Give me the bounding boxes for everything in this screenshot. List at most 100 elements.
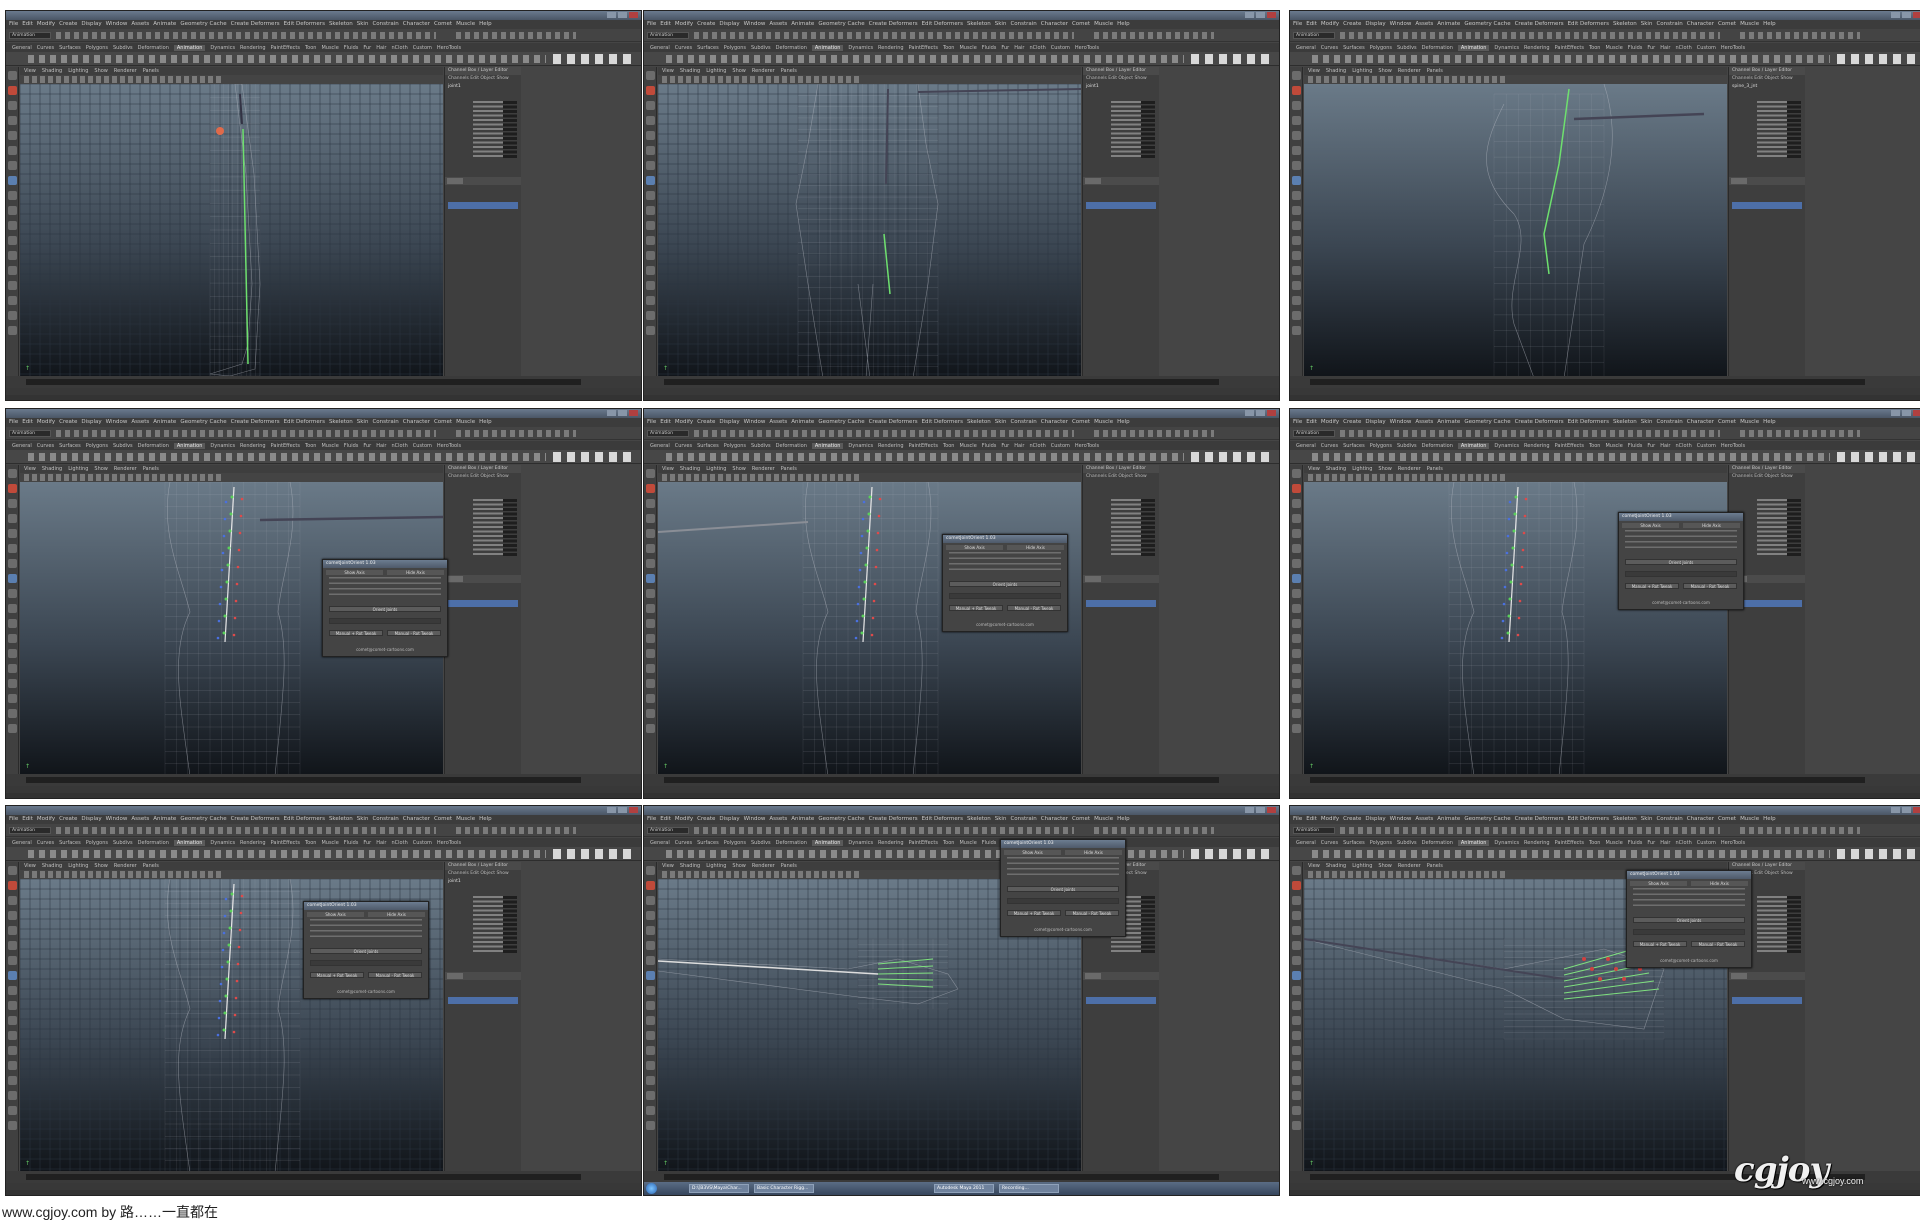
menu-item[interactable]: Constrain [1010, 815, 1036, 824]
tool-icon[interactable] [8, 71, 17, 80]
panel-menu-item[interactable]: Shading [1326, 863, 1346, 869]
menu-item[interactable]: Help [1763, 20, 1776, 29]
panel-menu-item[interactable]: Panels [1427, 68, 1443, 74]
shelf-tab[interactable]: General [1296, 443, 1316, 449]
menu-item[interactable]: Modify [675, 418, 693, 427]
close-icon[interactable] [1267, 807, 1276, 813]
shelf-tab[interactable]: Rendering [240, 840, 266, 846]
shelf-tab[interactable]: Animation [1457, 44, 1490, 51]
shelf-tab[interactable]: Rendering [878, 45, 904, 51]
tool-icon[interactable] [646, 161, 655, 170]
tool-icon[interactable] [8, 971, 17, 980]
panel-menu-item[interactable]: Show [732, 68, 746, 74]
tool-icon[interactable] [646, 634, 655, 643]
panel-toolbar-icons[interactable] [1308, 474, 1508, 481]
shelf-tab[interactable]: PaintEffects [1555, 443, 1584, 449]
panel-menu-item[interactable]: Shading [42, 68, 62, 74]
shelf-tab[interactable]: Hair [376, 443, 386, 449]
layer-editor-tabs[interactable] [1083, 575, 1159, 583]
tool-icon[interactable] [8, 296, 17, 305]
shelf-tab[interactable]: Toon [305, 840, 317, 846]
shelf-custom-icons[interactable] [553, 849, 633, 859]
menu-set-dropdown[interactable]: Animation [647, 827, 689, 834]
shelf-tab[interactable]: Dynamics [210, 45, 235, 51]
tool-icon[interactable] [1292, 499, 1301, 508]
status-line-render-icons[interactable] [456, 32, 576, 39]
menu-item[interactable]: Create [1343, 418, 1361, 427]
tool-icon[interactable] [8, 724, 17, 733]
tool-icon[interactable] [646, 236, 655, 245]
menu-item[interactable]: Create Deformers [231, 418, 280, 427]
menu-item[interactable]: File [647, 20, 656, 29]
display-layer-tab[interactable] [1731, 973, 1747, 979]
taskbar-button[interactable]: Recording... [999, 1184, 1059, 1193]
shelf-tab[interactable]: PaintEffects [909, 45, 938, 51]
tool-icon[interactable] [8, 326, 17, 335]
shelf-tab[interactable]: Custom [1697, 840, 1716, 846]
viewport-3d[interactable]: ↑ [1304, 84, 1727, 378]
tool-icon[interactable] [8, 206, 17, 215]
tool-icon[interactable] [1292, 619, 1301, 628]
shelf-tab[interactable]: Polygons [1370, 45, 1392, 51]
shelf-custom-icons[interactable] [1191, 54, 1271, 64]
tool-icon[interactable] [646, 604, 655, 613]
menu-item[interactable]: Geometry Cache [818, 418, 864, 427]
status-line-icons[interactable] [694, 430, 1074, 437]
tool-icon[interactable] [8, 146, 17, 155]
tool-icon[interactable] [1292, 574, 1301, 583]
shelf-tab[interactable]: Hair [1660, 443, 1670, 449]
shelf-tab[interactable]: Hair [376, 840, 386, 846]
manual-plus-rot-tweak-button[interactable]: Manual + Rot Tweak [1633, 941, 1687, 947]
shelf-tab[interactable]: Fluids [1628, 45, 1643, 51]
shelf-custom-icons[interactable] [553, 452, 633, 462]
tool-icon[interactable] [8, 469, 17, 478]
close-icon[interactable] [1267, 410, 1276, 416]
menu-item[interactable]: Window [744, 418, 766, 427]
tool-icon[interactable] [8, 1016, 17, 1025]
menu-item[interactable]: Edit [22, 815, 33, 824]
panel-menu-item[interactable]: Renderer [752, 863, 775, 869]
panel-menu-item[interactable]: Show [1378, 466, 1392, 472]
panel-menu-item[interactable]: View [662, 863, 674, 869]
shelf-tab[interactable]: Muscle [1605, 45, 1622, 51]
shelf-tab[interactable]: Toon [1589, 45, 1601, 51]
tool-icon[interactable] [1292, 296, 1301, 305]
tool-icon[interactable] [8, 619, 17, 628]
tool-icon[interactable] [1292, 176, 1301, 185]
menu-item[interactable]: Skin [1641, 20, 1653, 29]
shelf-custom-icons[interactable] [1837, 452, 1917, 462]
tool-icon[interactable] [1292, 1061, 1301, 1070]
shelf-tool-icons[interactable] [1312, 55, 1830, 63]
menu-item[interactable]: Assets [131, 815, 149, 824]
shelf-tab[interactable]: Polygons [86, 840, 108, 846]
range-slider[interactable] [1310, 379, 1865, 385]
shelf-tab[interactable]: Curves [675, 443, 692, 449]
shelf-tab[interactable]: Deformation [776, 45, 807, 51]
tool-icon[interactable] [646, 116, 655, 125]
menu-item[interactable]: Assets [769, 815, 787, 824]
tool-icon[interactable] [646, 484, 655, 493]
menu-item[interactable]: Character [1041, 418, 1068, 427]
tool-icon[interactable] [8, 1106, 17, 1115]
shelf-tab[interactable]: Custom [413, 45, 432, 51]
menu-item[interactable]: Geometry Cache [180, 20, 226, 29]
menu-item[interactable]: Display [1365, 20, 1385, 29]
menu-item[interactable]: Animate [1437, 815, 1460, 824]
channel-box-menu[interactable]: Channels Edit Object Show [445, 473, 521, 481]
tool-icon[interactable] [646, 251, 655, 260]
menu-item[interactable]: Geometry Cache [818, 20, 864, 29]
shelf-tab[interactable]: Dynamics [848, 443, 873, 449]
display-layer-row[interactable] [1086, 600, 1156, 607]
menu-item[interactable]: Skin [1641, 418, 1653, 427]
menu-item[interactable]: Display [1365, 815, 1385, 824]
tool-icon[interactable] [1292, 589, 1301, 598]
panel-menu-item[interactable]: Show [94, 68, 108, 74]
shelf-tab[interactable]: nCloth [392, 45, 408, 51]
display-layer-tab[interactable] [447, 576, 463, 582]
panel-menu-item[interactable]: View [24, 68, 36, 74]
menu-item[interactable]: Edit Deformers [922, 418, 963, 427]
tool-icon[interactable] [1292, 941, 1301, 950]
tool-icon[interactable] [646, 926, 655, 935]
tool-icon[interactable] [1292, 911, 1301, 920]
tool-icon[interactable] [1292, 326, 1301, 335]
